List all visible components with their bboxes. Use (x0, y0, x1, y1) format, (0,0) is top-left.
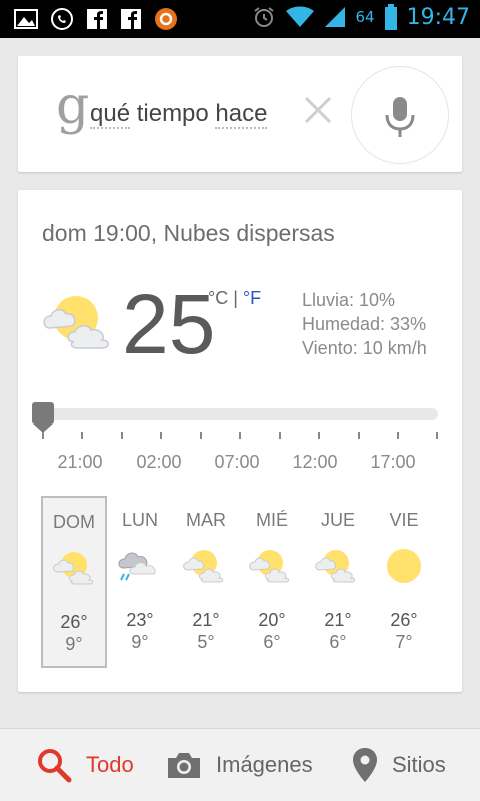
day-name: VIE (389, 510, 419, 530)
close-icon (304, 96, 332, 124)
forecast-day[interactable]: VIE 26° 7° (371, 496, 437, 668)
day-high: 21° (192, 610, 220, 630)
sun-icon (387, 549, 421, 583)
day-low: 9° (131, 632, 149, 652)
weather-heading: dom 19:00, Nubes dispersas (42, 220, 335, 246)
search-type-bar: Todo Imágenes Sitios (0, 728, 480, 801)
gallery-icon (14, 9, 38, 29)
rain-chance: Lluvia: 10% (302, 290, 396, 310)
battery-icon (384, 4, 397, 30)
tab-label: Sitios (392, 752, 446, 777)
status-bar: 64 19:47 (0, 0, 480, 38)
microphone-icon (385, 97, 415, 137)
signal-icon (324, 7, 345, 27)
humidity: Humedad: 33% (302, 314, 427, 334)
hour-label: 17:00 (370, 452, 416, 472)
notification-icons (14, 7, 178, 31)
voice-search-button[interactable] (351, 66, 449, 164)
day-high: 26° (390, 610, 418, 630)
search-query[interactable]: qué tiempo hace (90, 100, 268, 129)
tab-label: Todo (86, 752, 134, 777)
tab-imagenes[interactable]: Imágenes (166, 745, 313, 785)
wifi-icon (285, 6, 314, 27)
day-low: 5° (197, 632, 215, 652)
rain-cloud-icon (118, 552, 156, 581)
day-high: 23° (126, 610, 154, 630)
forecast-day[interactable]: MAR 21° 5° (173, 496, 239, 668)
time-slider-ticks (42, 432, 438, 440)
status-time: 19:47 (406, 4, 470, 30)
day-high: 20° (258, 610, 286, 630)
query-word: qué (90, 100, 131, 129)
day-name: MAR (186, 510, 226, 530)
hour-label: 07:00 (214, 452, 260, 472)
unit-separator: | (228, 288, 243, 308)
time-slider-handle[interactable] (32, 402, 54, 433)
partly-cloudy-icon (183, 550, 224, 583)
forecast-day-selected[interactable]: DOM 26° 9° (41, 496, 107, 668)
tab-sitios[interactable]: Sitios (352, 745, 446, 785)
forecast-day[interactable]: MIÉ 20° 6° (239, 496, 305, 668)
day-name: LUN (121, 510, 158, 530)
forecast-day[interactable]: LUN 23° 9° (107, 496, 173, 668)
time-slider-track[interactable] (42, 408, 438, 420)
whatsapp-icon (51, 8, 73, 30)
hour-label: 21:00 (57, 452, 103, 472)
wind: Viento: 10 km/h (302, 338, 427, 358)
query-word: tiempo (130, 100, 216, 127)
hour-label: 12:00 (292, 452, 338, 472)
partly-cloudy-icon (315, 550, 356, 583)
clear-button[interactable] (300, 92, 336, 128)
day-name: MIÉ (255, 510, 288, 530)
day-name: DOM (53, 512, 95, 532)
current-temperature: 25 (122, 277, 216, 371)
day-low: 9° (65, 634, 83, 654)
unit-fahrenheit-link[interactable]: °F (243, 288, 261, 308)
day-name: JUE (320, 510, 355, 530)
partly-cloudy-icon (53, 552, 94, 585)
facebook-icon (121, 9, 141, 29)
day-high: 21° (324, 610, 352, 630)
day-low: 6° (263, 632, 281, 652)
tab-todo[interactable]: Todo (36, 745, 134, 785)
tab-label: Imágenes (216, 752, 313, 777)
hour-label: 02:00 (136, 452, 182, 472)
forecast-day[interactable]: JUE 21° 6° (305, 496, 371, 668)
partly-cloudy-icon (43, 296, 109, 349)
search-icon (38, 749, 72, 783)
day-low: 7° (395, 632, 413, 652)
app-icon (155, 8, 177, 30)
weather-details: Lluvia: 10% Humedad: 33% Viento: 10 km/h (302, 288, 427, 360)
weather-card: dom 19:00, Nubes dispersas 25 °C | °F Ll… (18, 190, 462, 692)
search-card: g qué tiempo hace (18, 56, 462, 172)
facebook-icon (87, 9, 107, 29)
system-icons: 64 19:47 (252, 4, 470, 30)
unit-toggle: °C | °F (208, 288, 261, 309)
day-high: 26° (60, 612, 88, 632)
partly-cloudy-icon (249, 550, 290, 583)
location-pin-icon (353, 748, 377, 782)
google-logo-icon: g (56, 76, 90, 136)
camera-icon (168, 753, 200, 778)
battery-level: 64 (355, 8, 375, 26)
query-word: hace (215, 100, 268, 129)
alarm-icon (253, 7, 274, 27)
day-low: 6° (329, 632, 347, 652)
unit-celsius[interactable]: °C (208, 288, 228, 308)
